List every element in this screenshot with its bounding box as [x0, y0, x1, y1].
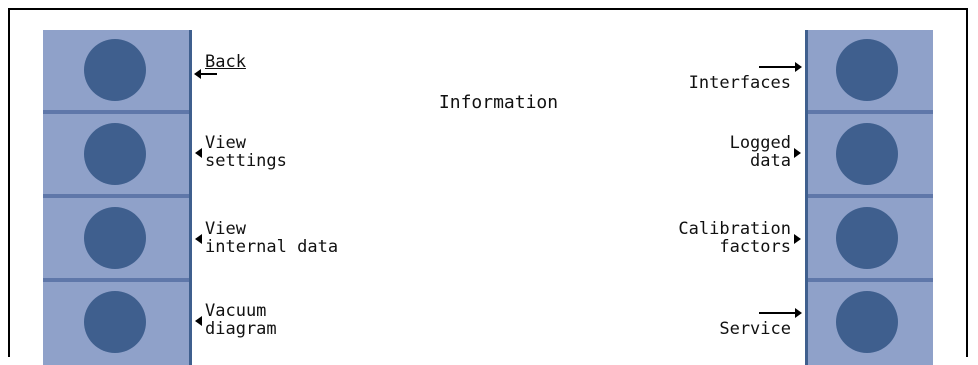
softkey-label-back: Back	[205, 52, 246, 72]
softkey-label-service: Service	[719, 319, 791, 339]
left-softkey-3[interactable]	[43, 198, 189, 282]
softkey-knob[interactable]	[84, 207, 146, 269]
right-softkey-1[interactable]	[808, 30, 933, 114]
softkey-label-view-internal-2: internal data	[205, 237, 339, 257]
left-button-panel	[43, 30, 189, 365]
left-triangle-icon	[195, 234, 202, 244]
left-softkey-1[interactable]	[43, 30, 189, 114]
right-triangle-icon	[794, 234, 801, 244]
interfaces-arrow-line	[759, 66, 795, 68]
right-arrow-icon	[795, 308, 802, 318]
softkey-knob[interactable]	[836, 123, 898, 185]
right-softkey-2[interactable]	[808, 114, 933, 198]
softkey-label-calibration-1: Calibration	[678, 219, 791, 239]
device-panel: Information Back View settings View inte…	[43, 30, 933, 365]
softkey-label-calibration-2: factors	[719, 237, 791, 257]
softkey-label-logged-2: data	[750, 151, 791, 171]
right-button-panel	[808, 30, 933, 365]
right-softkey-4[interactable]	[808, 282, 933, 362]
softkey-knob[interactable]	[84, 291, 146, 353]
right-triangle-icon	[794, 148, 801, 158]
left-softkey-4[interactable]	[43, 282, 189, 362]
lcd-screen: Information Back View settings View inte…	[189, 30, 808, 365]
left-triangle-icon	[195, 148, 202, 158]
left-triangle-icon	[195, 316, 202, 326]
softkey-label-interfaces: Interfaces	[688, 73, 791, 93]
softkey-knob[interactable]	[836, 207, 898, 269]
softkey-knob[interactable]	[84, 39, 146, 101]
left-softkey-2[interactable]	[43, 114, 189, 198]
softkey-knob[interactable]	[836, 39, 898, 101]
service-arrow-line	[759, 312, 795, 314]
back-arrow-line	[199, 73, 217, 75]
softkey-label-view-settings-1: View	[205, 133, 246, 153]
softkey-label-view-internal-1: View	[205, 219, 246, 239]
softkey-label-logged-1: Logged	[729, 133, 791, 153]
softkey-knob[interactable]	[84, 123, 146, 185]
right-arrow-icon	[795, 62, 802, 72]
screen-title: Information	[438, 92, 559, 113]
softkey-label-vacuum-1: Vacuum	[205, 301, 267, 321]
softkey-knob[interactable]	[836, 291, 898, 353]
softkey-label-view-settings-2: settings	[205, 151, 287, 171]
back-arrow-icon	[194, 69, 201, 79]
right-softkey-3[interactable]	[808, 198, 933, 282]
softkey-label-vacuum-2: diagram	[205, 319, 277, 339]
